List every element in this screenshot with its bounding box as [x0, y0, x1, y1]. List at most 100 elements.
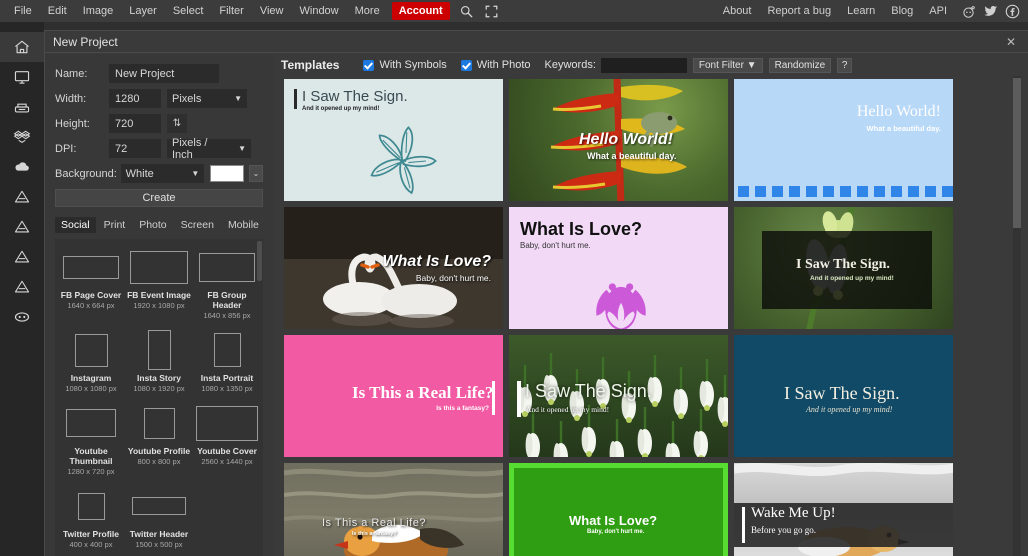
- field-row-background: Background: White ▼ ⌄: [55, 164, 263, 183]
- rail-item-google-drive-icon-3[interactable]: [0, 242, 44, 272]
- template-art-green-frame: What Is Love? Baby, don't hurt me.: [509, 463, 728, 556]
- name-input[interactable]: [109, 64, 219, 83]
- preset-item[interactable]: Instagram 1080 x 1080 px: [57, 330, 125, 393]
- keywords-input[interactable]: [600, 57, 687, 73]
- template-card[interactable]: I Saw The Sign. And it opened up my mind!: [281, 76, 506, 204]
- template-card[interactable]: I Saw The Sign. And it opened up my mind!: [731, 204, 956, 332]
- background-color-more-button[interactable]: ⌄: [249, 165, 263, 182]
- preset-thumb-wrap: [199, 247, 255, 287]
- templates-panel: Templates With Symbols With Photo Keywor…: [273, 54, 1028, 556]
- rail-item-scanner-icon[interactable]: [0, 92, 44, 122]
- menu-item-about[interactable]: About: [716, 1, 759, 21]
- twitter-icon[interactable]: [983, 4, 998, 19]
- preset-name: Insta Story: [137, 373, 181, 383]
- close-icon[interactable]: ✕: [1002, 33, 1020, 51]
- preset-thumb-wrap: [143, 403, 175, 443]
- preset-item[interactable]: Youtube Profile 800 x 800 px: [125, 403, 193, 476]
- menu-item-image[interactable]: Image: [75, 1, 122, 21]
- template-card[interactable]: What Is Love? Baby, don't hurt me.: [506, 204, 731, 332]
- rail-item-dropbox-icon[interactable]: [0, 122, 44, 152]
- templates-scrollbar-track[interactable]: [1013, 76, 1021, 556]
- tab-photo[interactable]: Photo: [133, 217, 172, 233]
- menu-item-report-a-bug[interactable]: Report a bug: [760, 1, 838, 21]
- preset-item[interactable]: Youtube Thumbnail 1280 x 720 px: [57, 403, 125, 476]
- menu-item-filter[interactable]: Filter: [211, 1, 251, 21]
- rail-item-google-drive-icon[interactable]: [0, 182, 44, 212]
- font-filter-button[interactable]: Font Filter ▼: [692, 57, 763, 73]
- menu-item-blog[interactable]: Blog: [884, 1, 920, 21]
- width-input[interactable]: [109, 89, 161, 108]
- template-title: Is This a Real Life?: [322, 517, 426, 529]
- rail-item-google-drive-icon-2[interactable]: [0, 212, 44, 242]
- tab-mobile[interactable]: Mobile: [222, 217, 265, 233]
- template-card[interactable]: I Saw The Sign. And it opened up my mind!: [731, 332, 956, 460]
- preset-item[interactable]: FB Event Image 1920 x 1080 px: [125, 247, 193, 320]
- preset-name: Youtube Profile: [127, 446, 191, 456]
- tab-screen[interactable]: Screen: [175, 217, 220, 233]
- tab-print[interactable]: Print: [98, 217, 132, 233]
- dialog-title-bar[interactable]: New Project ✕: [45, 31, 1028, 53]
- menu-item-learn[interactable]: Learn: [840, 1, 882, 21]
- background-select[interactable]: White ▼: [120, 164, 205, 183]
- template-art-duck: Is This a Real Life? Is this a fantasy?: [284, 463, 503, 556]
- fullscreen-icon[interactable]: [479, 3, 504, 20]
- preset-list: FB Page Cover 1640 x 664 px FB Event Image…: [55, 239, 263, 556]
- background-color-swatch[interactable]: [210, 165, 245, 182]
- template-title: Is This a Real Life?: [352, 383, 494, 402]
- template-card[interactable]: What Is Love? Baby, don't hurt me.: [506, 460, 731, 556]
- preset-thumb-icon: [130, 250, 188, 284]
- template-card[interactable]: Hello World! What a beautiful day.: [731, 76, 956, 204]
- template-card[interactable]: Is This a Real Life? Is this a fantasy?: [281, 332, 506, 460]
- menu-item-more[interactable]: More: [347, 1, 388, 21]
- preset-item[interactable]: FB Group Header 1640 x 856 px: [193, 247, 261, 320]
- reddit-icon[interactable]: [961, 4, 976, 19]
- menu-item-edit[interactable]: Edit: [40, 1, 75, 21]
- help-button[interactable]: ?: [837, 57, 853, 73]
- preset-list-scrollbar[interactable]: [257, 241, 262, 281]
- menu-item-layer[interactable]: Layer: [121, 1, 165, 21]
- templates-scrollbar-thumb[interactable]: [1013, 78, 1021, 228]
- dpi-input[interactable]: [109, 139, 161, 158]
- facebook-icon[interactable]: [1005, 4, 1020, 19]
- menu-item-api[interactable]: API: [922, 1, 954, 21]
- rail-item-cloud-icon[interactable]: [0, 152, 44, 182]
- preset-item[interactable]: FB Page Cover 1640 x 664 px: [57, 247, 125, 320]
- preset-size: 1280 x 720 px: [67, 467, 115, 476]
- rail-item-mask-icon[interactable]: [0, 302, 44, 332]
- preset-item[interactable]: Twitter Header 1500 x 500 px: [125, 486, 193, 549]
- preset-item[interactable]: Twitter Profile 400 x 400 px: [57, 486, 125, 549]
- rail-item-home-icon[interactable]: [0, 32, 44, 62]
- preset-name: Twitter Header: [129, 529, 189, 539]
- preset-name: Twitter Profile: [62, 529, 120, 539]
- height-input[interactable]: [109, 114, 161, 133]
- preset-item[interactable]: Insta Portrait 1080 x 1350 px: [193, 330, 261, 393]
- rail-item-google-drive-icon-4[interactable]: [0, 272, 44, 302]
- dpi-unit-select[interactable]: Pixels / Inch ▼: [167, 137, 251, 161]
- create-button[interactable]: Create: [55, 189, 263, 207]
- search-icon[interactable]: [454, 3, 479, 20]
- template-subtitle: Is this a fantasy?: [436, 405, 489, 412]
- main-menu-bar: File Edit Image Layer Select Filter View…: [0, 0, 1028, 22]
- with-symbols-checkbox[interactable]: With Symbols: [363, 59, 447, 71]
- width-unit-select[interactable]: Pixels ▼: [167, 89, 247, 108]
- template-card[interactable]: I Saw The Sign. And it opened up my mind!: [506, 332, 731, 460]
- templates-toolbar: Templates With Symbols With Photo Keywor…: [273, 54, 1028, 76]
- account-button[interactable]: Account: [391, 2, 450, 20]
- template-card[interactable]: What Is Love? Baby, don't hurt me.: [281, 204, 506, 332]
- menu-item-select[interactable]: Select: [165, 1, 212, 21]
- template-card[interactable]: Is This a Real Life? Is this a fantasy?: [281, 460, 506, 556]
- template-card[interactable]: Wake Me Up! Before you go go.: [731, 460, 956, 556]
- preset-item[interactable]: Youtube Cover 2560 x 1440 px: [193, 403, 261, 476]
- menu-item-file[interactable]: File: [6, 1, 40, 21]
- randomize-button[interactable]: Randomize: [768, 57, 832, 73]
- tab-social[interactable]: Social: [55, 217, 96, 233]
- template-card[interactable]: Hello World! What a beautiful day.: [506, 76, 731, 204]
- preset-item[interactable]: Insta Story 1080 x 1920 px: [125, 330, 193, 393]
- preset-name: FB Page Cover: [60, 290, 122, 300]
- with-photo-checkbox[interactable]: With Photo: [460, 59, 531, 71]
- menu-item-window[interactable]: Window: [292, 1, 347, 21]
- link-aspect-icon[interactable]: ⇅: [167, 114, 187, 133]
- menu-item-view[interactable]: View: [252, 1, 292, 21]
- rail-item-screen-icon[interactable]: [0, 62, 44, 92]
- template-subtitle: Before you go go.: [751, 525, 816, 535]
